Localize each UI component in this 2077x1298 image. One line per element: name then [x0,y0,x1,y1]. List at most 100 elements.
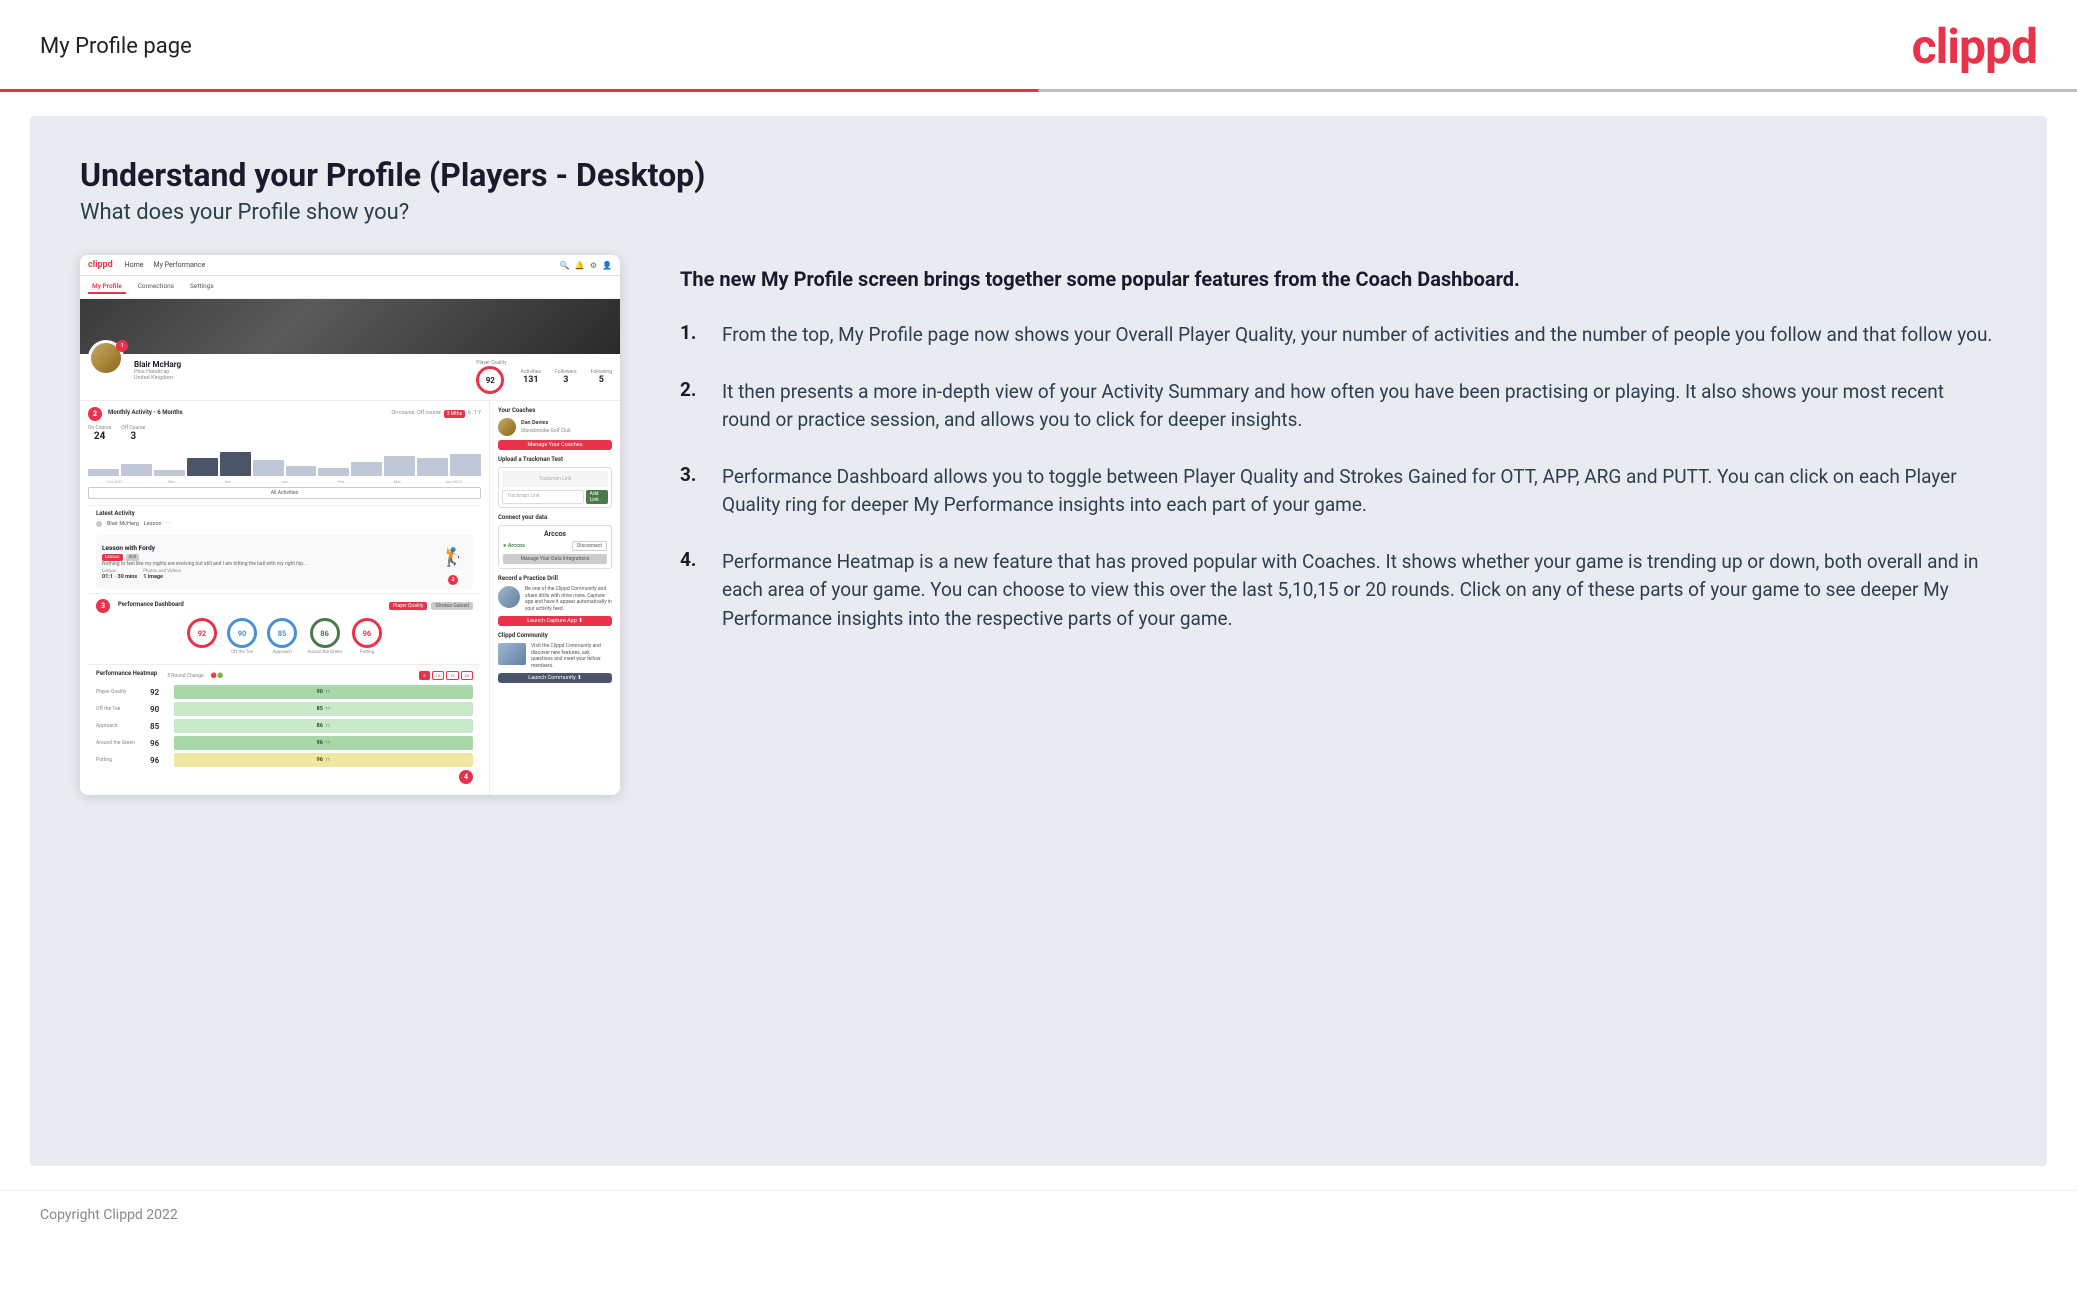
manage-integrations-button[interactable]: Manage Your Data Integrations [503,554,607,564]
mockup-sub-tab-profile[interactable]: My Profile [88,280,126,294]
drill-content: Be one of the Clippd Community and share… [498,586,612,612]
list-item-4: 4. Performance Heatmap is a new feature … [680,548,1997,634]
bar-7 [286,466,317,476]
mockup-two-col: 2 Monthly Activity - 6 Months On-course … [80,401,620,795]
heatmap-val-approach: 85 [150,722,170,731]
ring-approach-value: 85 [267,618,297,648]
list-num-1: 1. [680,321,708,344]
lesson-title: Lesson with Fordy [102,544,433,552]
launch-capture-button[interactable]: Launch Capture App ⬆ [498,616,612,626]
mockup-hero-banner [80,299,620,354]
launch-community-button[interactable]: Launch Community ⬆ [498,673,612,683]
activity-controls: On-course Off-course 3 Mths 6 1 Y [392,410,481,418]
user-icon: 👤 [602,261,612,270]
connect-section: Connect your data Arccos ● Arccos Discon… [498,514,612,569]
latest-activity-item: Blair McHarg Lesson · · · [96,521,473,527]
golf-figure-icon: 🏌️ [442,547,464,568]
mockup-sub-tab-connections[interactable]: Connections [134,280,178,294]
screenshot-panel: clippd Home My Performance 🔍 🔔 ⚙ 👤 My Pr… [80,255,620,795]
main-layout: clippd Home My Performance 🔍 🔔 ⚙ 👤 My Pr… [80,255,1997,795]
toggle-player-quality[interactable]: Player Quality [389,602,427,610]
heatmap-cell-putting: 96 ↑↑ [174,753,473,767]
ring-putting: 96 Putting [352,618,382,655]
trackman-title: Upload a Trackman Test [498,456,612,463]
coaches-title: Your Coaches [498,407,612,414]
heatmap-cell-off-tee: 85 ↑↑ [174,702,473,716]
off-course-stat: Off Course 3 [121,425,145,442]
heatmap-controls: 5 10 15 20 [419,671,473,680]
toggle-strokes-gained[interactable]: Strokes Gained [431,602,473,610]
manage-coaches-button[interactable]: Manage Your Coaches [498,440,612,450]
content-title: Understand your Profile (Players - Deskt… [80,156,1997,194]
perf-badge-3: 3 [96,599,110,613]
heatmap-round-label: 5 Round Change: [167,673,205,679]
list-item-2: 2. It then presents a more in-depth view… [680,378,1997,435]
top-bar: My Profile page clippd [0,0,2077,89]
heatmap-row-around-green: Around the Green 96 96 ↑↑ [96,736,473,750]
heatmap-btn-20[interactable]: 20 [461,671,474,680]
performance-rings: 92 90 Off the Tee 85 Approach [96,618,473,655]
mockup-sub-tab-settings[interactable]: Settings [186,280,218,294]
lesson-duration: Lesson 01:1 · 30 mins [102,569,137,580]
heatmap-btn-15[interactable]: 15 [446,671,459,680]
heatmap-row-off-tee: Off the Tee 90 85 ↑↑ [96,702,473,716]
lesson-figure: 🏌️ [439,539,467,575]
heatmap-btn-5[interactable]: 5 [419,671,429,680]
heatmap-val-putting: 96 [150,756,170,765]
time-filter-6: 6 [468,410,471,418]
activity-bar-chart [88,446,481,476]
connect-item-arccos: ● Arccos Disconnect [503,541,607,551]
drill-avatar [498,586,520,608]
activity-dot [96,521,102,527]
header-divider [0,89,2077,92]
followers-value: 3 [555,375,577,385]
mockup-logo: clippd [88,260,113,270]
heatmap-up-indicator: 🔴🟢 [211,673,223,679]
trackman-input[interactable]: Trackman Link [502,490,584,504]
mockup-nav-performance: My Performance [154,261,206,269]
perf-toggle: Player Quality Strokes Gained [389,602,473,610]
bell-icon: 🔔 [575,261,585,270]
chart-label-apr: Apr 2022 [427,479,481,484]
performance-dashboard: 3 Performance Dashboard Player Quality S… [88,593,481,664]
community-title: Clippd Community [498,632,612,639]
view-off-course: Off-course [417,410,440,418]
heatmap-header: Performance Heatmap 5 Round Change: 🔴🟢 5… [96,670,473,681]
list-num-3: 3. [680,463,708,486]
heatmap-btn-10[interactable]: 10 [432,671,445,680]
bar-9 [351,462,382,476]
chart-label-dec: Dec [201,479,255,484]
disconnect-button[interactable]: Disconnect [572,541,607,551]
trackman-add-button[interactable]: Add Link [586,490,608,504]
bar-4 [187,458,218,476]
latest-activity-sub: Lesson · · · [144,521,170,527]
chart-label-jan: Jan [257,479,311,484]
connect-box: Arccos ● Arccos Disconnect Manage Your D… [498,525,612,569]
community-section: Clippd Community Visit the Clippd Commun… [498,632,612,683]
heatmap-title: Performance Heatmap [96,670,157,677]
ring-off-tee-label: Off the Tee [227,650,257,655]
ring-around-green-value: 86 [310,618,340,648]
view-on-course: On-course [392,410,415,418]
latest-activity-name: Blair McHarg [107,521,139,527]
time-filter-3-mth[interactable]: 3 Mths [444,410,465,418]
activity-summary: 2 Monthly Activity - 6 Months On-course … [88,407,481,499]
practice-drill-section: Record a Practice Drill Be one of the Cl… [498,575,612,626]
player-name: Blair McHarg [134,360,466,369]
bar-2 [121,464,152,476]
community-content: Visit the Clippd Community and discover … [498,643,612,669]
heatmap-val-overall: 92 [150,688,170,697]
list-num-2: 2. [680,378,708,401]
latest-activity-title: Latest Activity [96,510,473,517]
chart-label-mar: Mar [370,479,424,484]
heatmap-row-putting: Putting 96 96 ↑↑ [96,753,473,767]
search-icon: 🔍 [560,261,570,270]
chart-label-oct: Oct 2021 [88,479,142,484]
page-title: My Profile page [40,34,192,59]
all-activities-button[interactable]: All Activities [88,487,481,499]
list-item-1: 1. From the top, My Profile page now sho… [680,321,1997,350]
heatmap-badge-4: 4 [459,770,473,784]
arccos-title: Arccos [503,530,607,538]
activity-header: 2 Monthly Activity - 6 Months On-course … [88,407,481,421]
coach-item: Dan Davies Stonebrooke Golf Club [498,418,612,436]
